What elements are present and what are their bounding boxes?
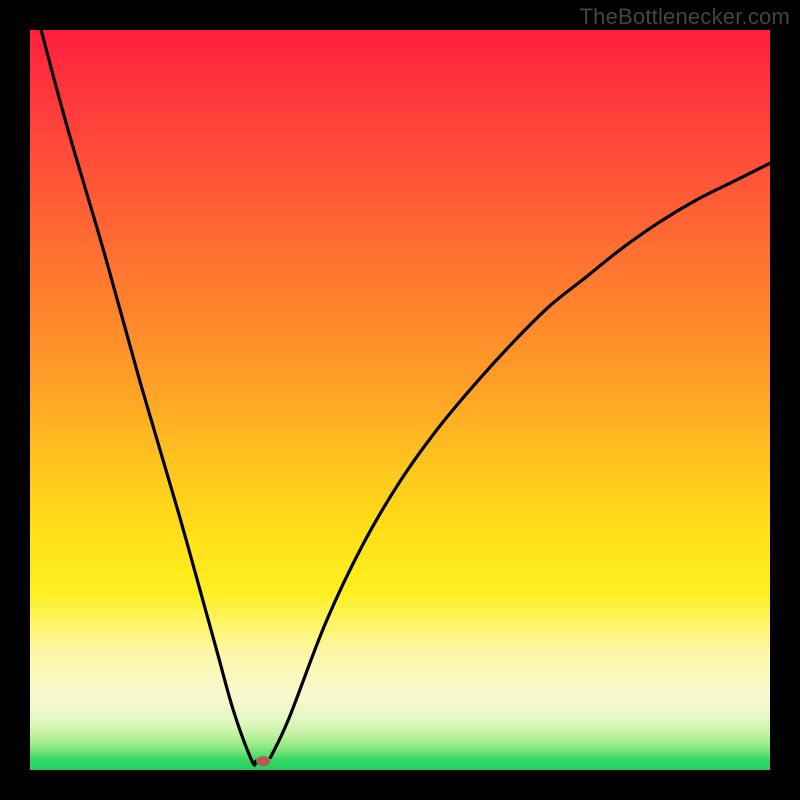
left-branch-curve [41, 30, 256, 765]
right-branch-curve [271, 163, 771, 757]
chart-frame: TheBottlenecker.com [0, 0, 800, 800]
chart-svg [30, 30, 770, 770]
marker-dot [256, 756, 270, 766]
plot-area [30, 30, 770, 770]
attribution-text: TheBottlenecker.com [580, 4, 790, 30]
